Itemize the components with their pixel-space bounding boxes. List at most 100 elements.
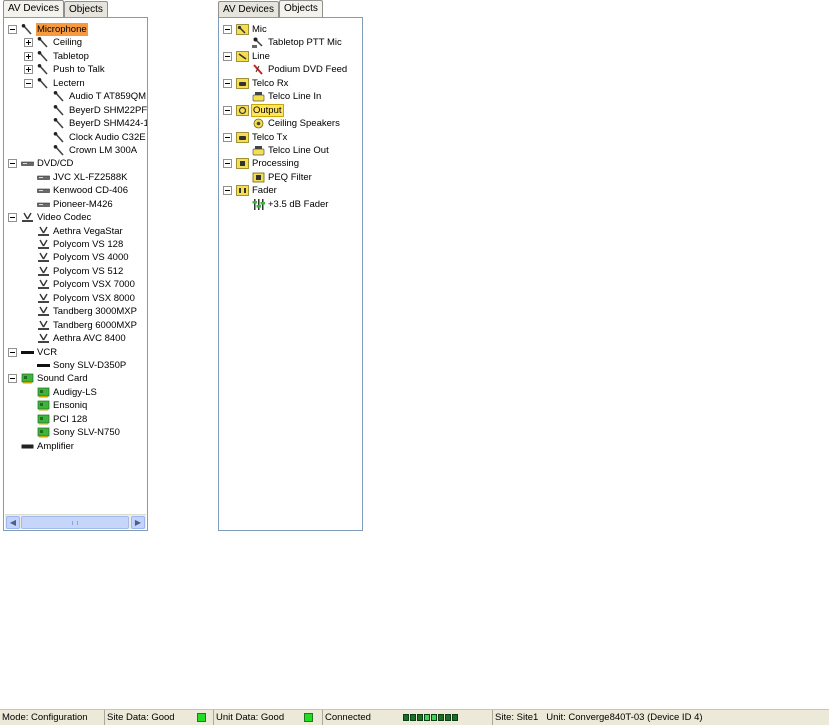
tree-node-ceiling-speakers[interactable]: Ceiling Speakers	[219, 117, 362, 130]
tree-node-aethra-vegastar[interactable]: Aethra VegaStar	[4, 225, 147, 238]
tree-node-tabletop-ptt-mic[interactable]: Tabletop PTT Mic	[219, 36, 362, 49]
tree-node-amplifier[interactable]: Amplifier	[4, 440, 147, 453]
tab-av-devices[interactable]: AV Devices	[3, 0, 64, 17]
tree-node-beyerd-shm22pf[interactable]: BeyerD SHM22PF	[4, 104, 147, 117]
tree-node-sony-slv-d350p[interactable]: Sony SLV-D350P	[4, 359, 147, 372]
tree-node-clock-audio-c32e[interactable]: Clock Audio C32E	[4, 131, 147, 144]
tree-node-pci-128[interactable]: PCI 128	[4, 413, 147, 426]
amplifier-icon	[21, 441, 34, 452]
collapse-icon[interactable]	[223, 105, 232, 115]
fader-icon	[252, 198, 265, 210]
tree-node-ensoniq[interactable]: Ensoniq	[4, 399, 147, 412]
minus-bar	[10, 163, 15, 165]
tree-node-aethra-avc-8400[interactable]: Aethra AVC 8400	[4, 332, 147, 345]
collapse-icon[interactable]	[223, 51, 232, 61]
tree-node-processing[interactable]: Processing	[219, 157, 362, 170]
collapse-icon[interactable]	[8, 213, 17, 223]
tree-node-3-5-db-fader[interactable]: +3.5 dB Fader	[219, 198, 362, 211]
tree-node-label: Crown LM 300A	[69, 144, 138, 156]
tree-node-polycom-vs-512[interactable]: Polycom VS 512	[4, 265, 147, 278]
horizontal-scrollbar[interactable]: ◀ ▶	[5, 514, 146, 529]
collapse-icon[interactable]	[8, 374, 17, 384]
tree-node-label: Pioneer-M426	[53, 198, 113, 210]
unit-data-led-icon	[304, 713, 313, 722]
collapse-icon[interactable]	[223, 25, 232, 34]
tree-node-polycom-vsx-8000[interactable]: Polycom VSX 8000	[4, 292, 147, 305]
scrollbar-thumb[interactable]	[21, 516, 129, 529]
tab-objects[interactable]: Objects	[278, 0, 323, 17]
objects-tree[interactable]: Mic Tabletop PTT Mic Line Podium DVD Feed Te…	[218, 17, 363, 531]
tree-node-mic[interactable]: Mic	[219, 23, 362, 36]
tab-objects[interactable]: Objects	[63, 1, 108, 17]
tree-node-telco-tx[interactable]: Telco Tx	[219, 131, 362, 144]
tree-node-dvd-cd[interactable]: DVD/CD	[4, 157, 147, 170]
tree-node-line[interactable]: Line	[219, 50, 362, 63]
tree-node-pioneer-m426[interactable]: Pioneer-M426	[4, 198, 147, 211]
dvd-player-icon	[37, 172, 50, 183]
tree-node-tandberg-3000mxp[interactable]: Tandberg 3000MXP	[4, 305, 147, 318]
tree-node-lectern[interactable]: Lectern	[4, 77, 147, 90]
tree-node-label: Telco Tx	[252, 131, 288, 143]
minus-bar	[10, 217, 15, 219]
tree-node-telco-rx[interactable]: Telco Rx	[219, 77, 362, 90]
collapse-icon[interactable]	[8, 159, 17, 169]
tree-node-push-to-talk[interactable]: Push to Talk	[4, 63, 147, 76]
scroll-right-button[interactable]: ▶	[131, 516, 145, 529]
sound-card-icon	[37, 400, 50, 411]
tree-node-output[interactable]: Output	[219, 103, 362, 117]
tree-node-fader[interactable]: Fader	[219, 184, 362, 197]
tree-node-label: +3.5 dB Fader	[268, 198, 329, 210]
tree-node-audio-t-at859qm[interactable]: Audio T AT859QM	[4, 90, 147, 103]
tree-node-tandberg-6000mxp[interactable]: Tandberg 6000MXP	[4, 319, 147, 332]
tree-node-jvc-xl-fz2588k[interactable]: JVC XL-FZ2588K	[4, 171, 147, 184]
collapse-icon[interactable]	[24, 78, 33, 88]
tree-node-crown-lm-300a[interactable]: Crown LM 300A	[4, 144, 147, 157]
expand-icon[interactable]	[24, 65, 33, 75]
tree-node-polycom-vs-4000[interactable]: Polycom VS 4000	[4, 251, 147, 264]
tree-node-ceiling[interactable]: Ceiling	[4, 36, 147, 49]
filter-icon	[252, 172, 265, 183]
objects-panel: AV Devices Objects Mic Tabletop PTT Mic Li…	[218, 0, 363, 531]
processing-group-icon	[236, 158, 249, 170]
tree-node-tabletop[interactable]: Tabletop	[4, 50, 147, 63]
telco-group-icon	[236, 77, 249, 89]
meter-segment	[445, 713, 451, 721]
tree-node-audigy-ls[interactable]: Audigy-LS	[4, 386, 147, 399]
scroll-left-button[interactable]: ◀	[6, 516, 20, 529]
tree-node-vcr[interactable]: VCR	[4, 346, 147, 359]
telco-line-icon	[252, 145, 265, 156]
telco-group-icon	[236, 131, 249, 143]
expand-icon[interactable]	[24, 51, 33, 61]
tree-node-telco-line-in[interactable]: Telco Line In	[219, 90, 362, 103]
expand-icon[interactable]	[24, 38, 33, 48]
minus-bar	[225, 136, 230, 138]
tree-node-polycom-vs-128[interactable]: Polycom VS 128	[4, 238, 147, 251]
tree-node-polycom-vsx-7000[interactable]: Polycom VSX 7000	[4, 278, 147, 291]
collapse-icon[interactable]	[223, 159, 232, 169]
tree-node-beyerd-shm424-1[interactable]: BeyerD SHM424-1	[4, 117, 147, 130]
tree-node-sound-card[interactable]: Sound Card	[4, 372, 147, 385]
collapse-icon[interactable]	[223, 78, 232, 88]
telco-line-icon	[252, 91, 265, 102]
tree-node-kenwood-cd-406[interactable]: Kenwood CD-406	[4, 184, 147, 197]
tree-node-peq-filter[interactable]: PEQ Filter	[219, 171, 362, 184]
tab-av-devices[interactable]: AV Devices	[218, 1, 279, 17]
speaker-icon	[252, 118, 265, 129]
tree-node-podium-dvd-feed[interactable]: Podium DVD Feed	[219, 63, 362, 76]
status-connection: Connected	[323, 710, 493, 725]
tree-node-video-codec[interactable]: Video Codec	[4, 211, 147, 224]
collapse-icon[interactable]	[223, 186, 232, 196]
tree-node-sony-slv-n750[interactable]: Sony SLV-N750	[4, 426, 147, 439]
collapse-icon[interactable]	[8, 25, 17, 34]
av-devices-panel: AV Devices Objects Microphone Ceiling Tabl…	[3, 0, 148, 531]
av-devices-tree[interactable]: Microphone Ceiling Tabletop Push to Talk Lec…	[3, 17, 148, 531]
collapse-icon[interactable]	[8, 347, 17, 357]
tree-node-microphone[interactable]: Microphone	[4, 23, 147, 36]
tree-node-telco-line-out[interactable]: Telco Line Out	[219, 144, 362, 157]
mic-group-icon	[236, 24, 249, 35]
status-site-unit: Site: Site1 Unit: Converge840T-03 (Devic…	[493, 710, 829, 725]
tree-node-label: Kenwood CD-406	[53, 185, 128, 197]
collapse-icon[interactable]	[223, 132, 232, 142]
microphone-icon	[37, 37, 50, 48]
video-codec-icon	[37, 252, 50, 263]
